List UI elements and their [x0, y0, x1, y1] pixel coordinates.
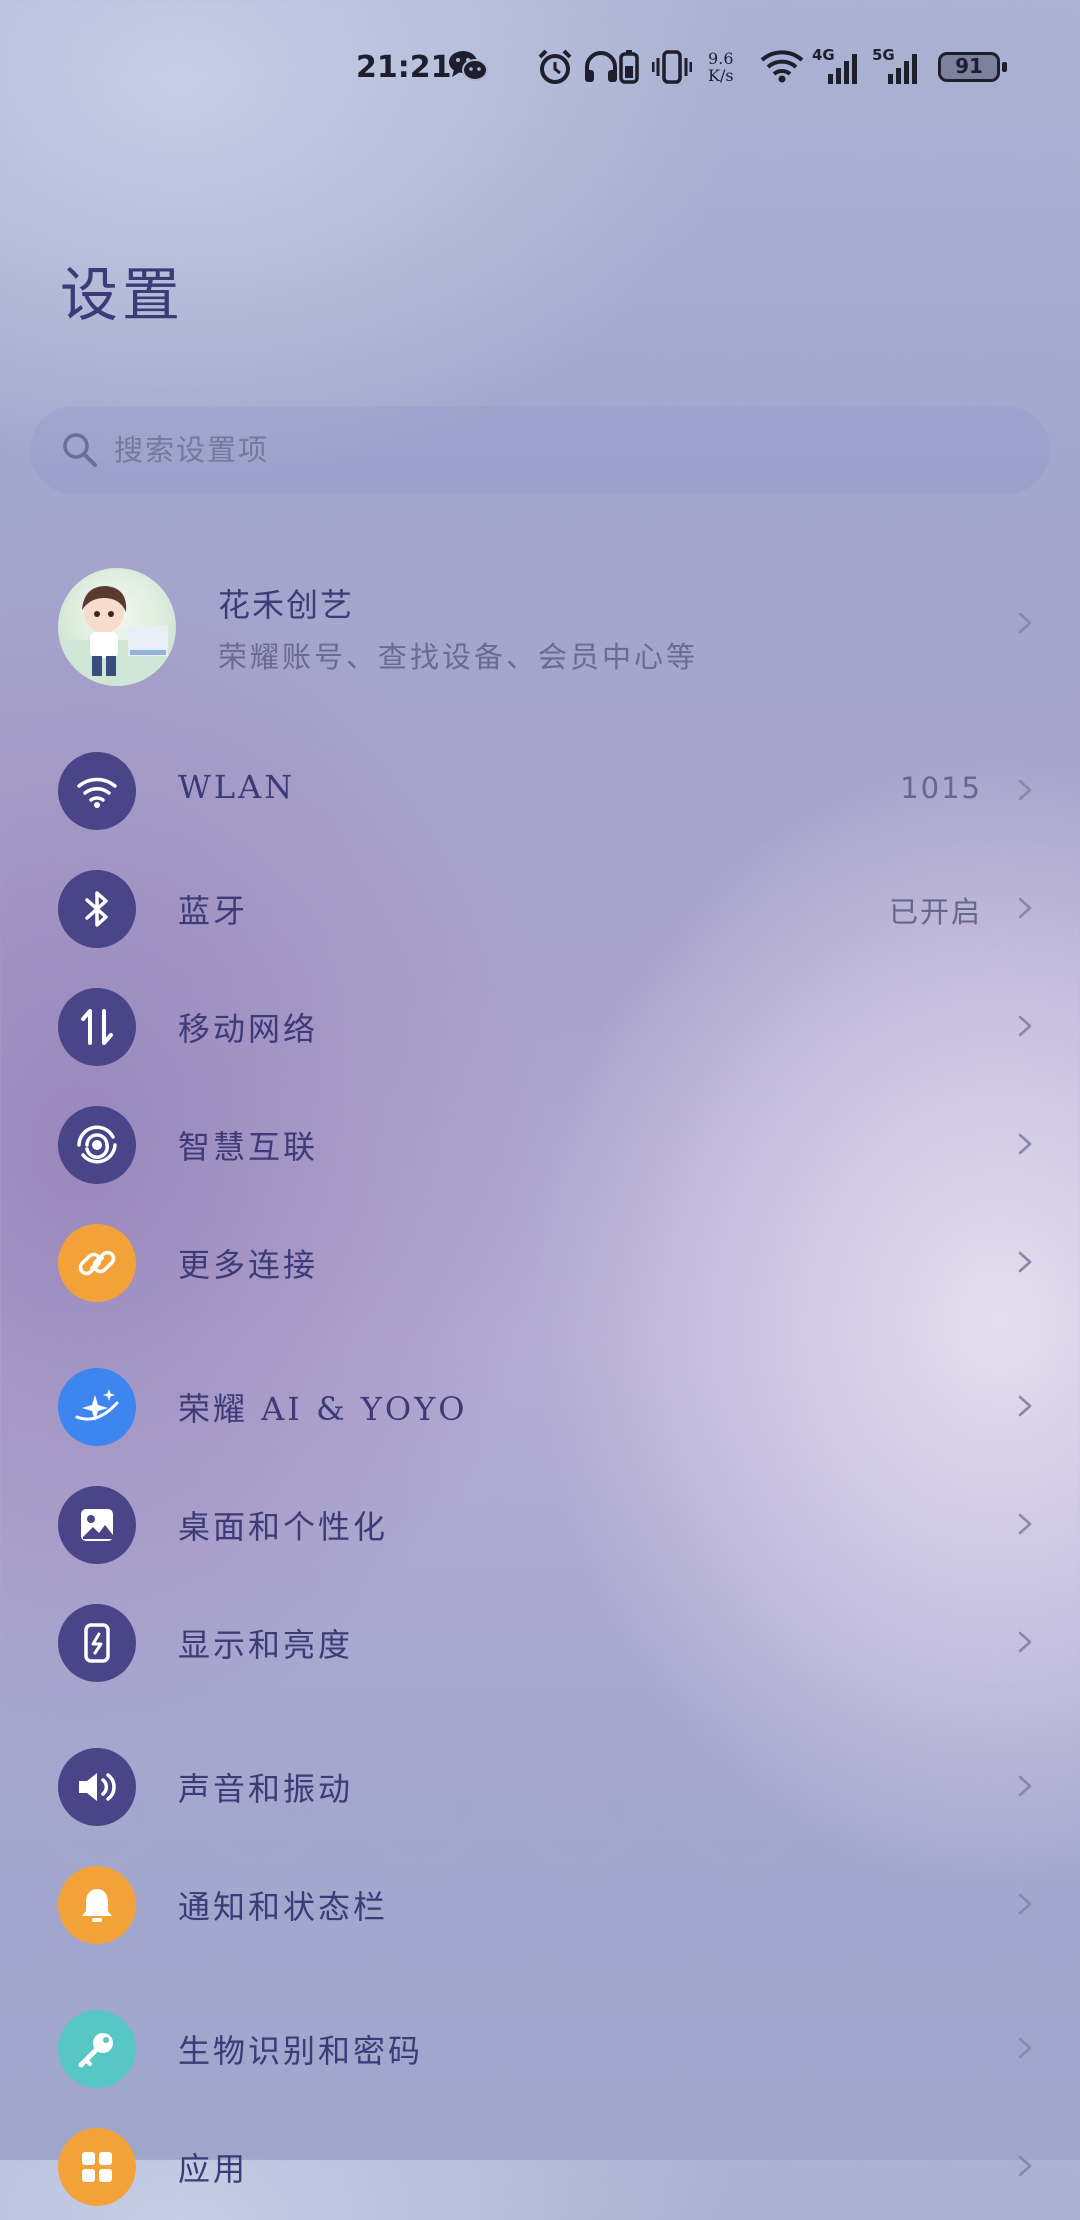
chevron-right-icon [1014, 1395, 1036, 1417]
menu-item-smart-connect[interactable]: 智慧互联 [0, 1088, 1080, 1198]
chevron-right-icon [1014, 2155, 1036, 2177]
menu-item-apps[interactable]: 应用 [0, 2110, 1080, 2220]
menu-label: 通知和状态栏 [178, 1888, 389, 1926]
menu-label: 蓝牙 [178, 892, 249, 930]
net-speed: 9.6 K/s [708, 50, 734, 84]
wechat-icon [448, 48, 488, 88]
account-name: 花禾创艺 [218, 586, 355, 624]
ai-sparkle-icon [58, 1368, 136, 1446]
page-title: 设置 [60, 261, 185, 329]
menu-label: WLAN [178, 768, 296, 806]
menu-label: 移动网络 [178, 1010, 319, 1048]
chevron-right-icon [1014, 779, 1036, 801]
menu-label: 桌面和个性化 [178, 1508, 389, 1546]
bluetooth-icon [58, 870, 136, 948]
menu-item-display-brightness[interactable]: 显示和亮度 [0, 1586, 1080, 1696]
status-time: 21:21 [356, 50, 452, 85]
signal-4g-icon: 4G [812, 46, 866, 92]
battery-level: 91 [955, 54, 983, 78]
menu-label: 智慧互联 [178, 1128, 319, 1166]
chevron-right-icon [1014, 1775, 1036, 1797]
apps-icon [58, 2128, 136, 2206]
search-bar[interactable] [30, 406, 1050, 494]
menu-item-honor-ai-yoyo[interactable]: 荣耀 AI & YOYO [0, 1350, 1080, 1460]
speaker-icon [58, 1748, 136, 1826]
smart-connect-icon [58, 1106, 136, 1184]
battery-tip [1002, 62, 1007, 72]
status-bar: 21:21 9.6 K/s 4G 5G 91 [0, 44, 1080, 92]
chevron-right-icon [1014, 1015, 1036, 1037]
vibrate-icon [651, 48, 693, 90]
bell-icon [58, 1866, 136, 1944]
menu-label: 生物识别和密码 [178, 2032, 424, 2070]
menu-item-mobile-network[interactable]: 移动网络 [0, 970, 1080, 1080]
account-row[interactable]: 花禾创艺 荣耀账号、查找设备、会员中心等 [0, 560, 1080, 686]
chevron-right-icon [1014, 612, 1036, 634]
alarm-icon [536, 48, 574, 90]
chevron-right-icon [1014, 1893, 1036, 1915]
menu-item-notifications-statusbar[interactable]: 通知和状态栏 [0, 1848, 1080, 1958]
svg-text:5G: 5G [872, 46, 895, 64]
menu-item-desktop-personalization[interactable]: 桌面和个性化 [0, 1468, 1080, 1578]
account-subtitle: 荣耀账号、查找设备、会员中心等 [218, 640, 699, 674]
wifi-icon [760, 48, 804, 88]
chevron-right-icon [1014, 897, 1036, 919]
search-input[interactable] [114, 406, 994, 494]
search-icon [60, 430, 100, 474]
net-speed-unit: K/s [708, 66, 734, 85]
chevron-right-icon [1014, 2037, 1036, 2059]
mobile-data-icon [58, 988, 136, 1066]
menu-item-biometrics-password[interactable]: 生物识别和密码 [0, 1992, 1080, 2102]
chevron-right-icon [1014, 1631, 1036, 1653]
chevron-right-icon [1014, 1251, 1036, 1273]
wifi-icon [58, 752, 136, 830]
menu-value: 1015 [900, 771, 982, 805]
link-icon [58, 1224, 136, 1302]
menu-label: 应用 [178, 2150, 249, 2188]
net-speed-value: 9.6 [708, 49, 734, 68]
menu-item-bluetooth[interactable]: 蓝牙 已开启 [0, 852, 1080, 962]
image-icon [58, 1486, 136, 1564]
chevron-right-icon [1014, 1513, 1036, 1535]
menu-item-sound-vibration[interactable]: 声音和振动 [0, 1730, 1080, 1840]
menu-label: 更多连接 [178, 1246, 319, 1284]
signal-5g-icon: 5G [872, 46, 926, 92]
avatar[interactable] [58, 568, 176, 686]
battery-device-icon [618, 48, 640, 90]
menu-label: 荣耀 AI & YOYO [178, 1390, 468, 1428]
battery-icon: 91 [938, 52, 1000, 82]
menu-item-more-connections[interactable]: 更多连接 [0, 1206, 1080, 1316]
headphones-icon [582, 48, 620, 90]
menu-value: 已开启 [888, 895, 982, 929]
menu-label: 显示和亮度 [178, 1626, 354, 1664]
display-icon [58, 1604, 136, 1682]
chevron-right-icon [1014, 1133, 1036, 1155]
svg-text:4G: 4G [812, 46, 835, 64]
menu-item-wlan[interactable]: WLAN 1015 [0, 734, 1080, 844]
menu-label: 声音和振动 [178, 1770, 354, 1808]
key-icon [58, 2010, 136, 2088]
